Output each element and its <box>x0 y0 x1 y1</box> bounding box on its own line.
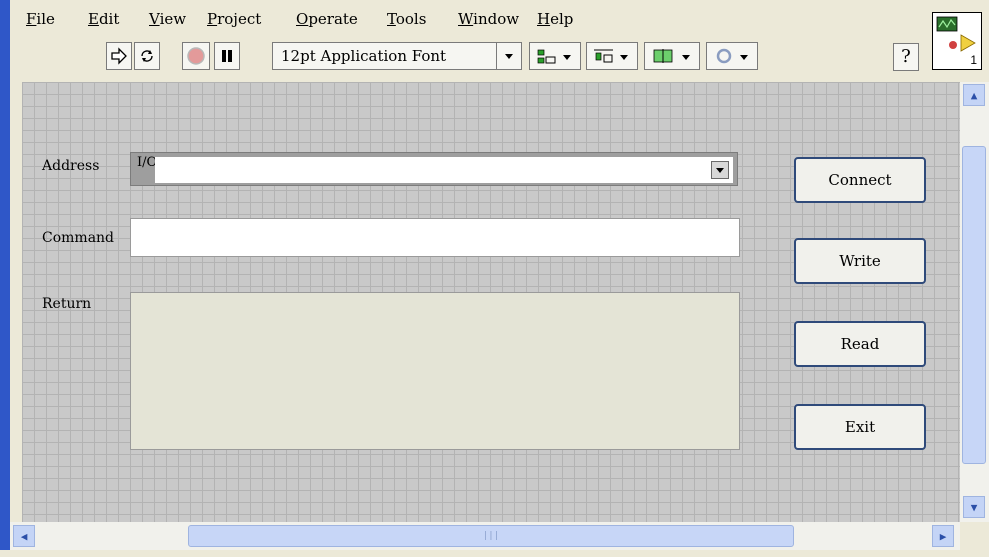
run-continuously-icon <box>141 50 153 62</box>
font-select[interactable]: 12pt Application Font <box>272 42 522 70</box>
reorder-icon <box>716 48 748 64</box>
chevron-down-icon <box>496 43 521 69</box>
toolbar: 12pt Application Font <box>10 34 925 82</box>
menu-help[interactable]: Help <box>537 10 573 28</box>
pause-button[interactable] <box>214 42 240 70</box>
align-objects-icon <box>537 49 571 64</box>
font-select-value: 12pt Application Font <box>281 47 447 65</box>
scroll-left-button[interactable]: ◀ <box>13 525 35 547</box>
reorder-button[interactable] <box>706 42 758 70</box>
address-dropdown-button[interactable] <box>711 161 729 179</box>
exit-button[interactable]: Exit <box>794 404 926 450</box>
abort-stop-icon <box>187 47 205 65</box>
connect-button[interactable]: Connect <box>794 157 926 203</box>
vertical-scrollbar[interactable]: ▲ ▼ <box>960 82 989 522</box>
pause-icon <box>222 50 232 62</box>
menu-tools[interactable]: Tools <box>387 10 426 28</box>
distribute-objects-icon <box>594 49 628 63</box>
scroll-down-button[interactable]: ▼ <box>963 496 985 518</box>
chevron-down-icon: ▼ <box>970 500 978 514</box>
resize-objects-icon <box>653 49 690 63</box>
distribute-objects-button[interactable] <box>586 42 638 70</box>
resize-objects-button[interactable] <box>644 42 700 70</box>
menu-edit[interactable]: Edit <box>88 10 119 28</box>
chevron-down-icon <box>716 167 724 173</box>
scroll-right-button[interactable]: ▶ <box>932 525 954 547</box>
menu-project[interactable]: Project <box>207 10 261 28</box>
run-arrow-icon <box>111 47 127 65</box>
chevron-up-icon: ▲ <box>970 88 978 102</box>
return-indicator <box>130 292 740 450</box>
scroll-up-button[interactable]: ▲ <box>963 84 985 106</box>
chevron-left-icon: ◀ <box>20 529 28 543</box>
menu-operate[interactable]: Operate <box>296 10 358 28</box>
connector-pane-number: 1 <box>970 53 977 67</box>
help-icon: ? <box>901 46 911 67</box>
address-field[interactable] <box>155 157 733 183</box>
menu-file[interactable]: File <box>26 10 55 28</box>
chevron-right-icon: ▶ <box>939 529 947 543</box>
address-control[interactable]: I/O <box>130 152 738 186</box>
read-button[interactable]: Read <box>794 321 926 367</box>
vertical-scroll-thumb[interactable] <box>962 146 986 464</box>
grip-icon: ||| <box>482 531 500 541</box>
window-bottom-edge <box>0 550 989 557</box>
menu-view[interactable]: View <box>149 10 186 28</box>
abort-button[interactable] <box>182 42 210 70</box>
horizontal-scrollbar[interactable]: ◀ ||| ▶ <box>10 522 960 550</box>
vi-connector-icon <box>936 16 976 52</box>
menu-bar: File Edit View Project Operate Tools Win… <box>10 0 925 34</box>
run-button[interactable] <box>106 42 132 70</box>
return-label: Return <box>42 296 92 312</box>
horizontal-scroll-thumb[interactable]: ||| <box>188 525 794 547</box>
run-continuously-button[interactable] <box>134 42 160 70</box>
context-help-button[interactable]: ? <box>893 43 919 71</box>
align-objects-button[interactable] <box>529 42 581 70</box>
command-field[interactable] <box>130 218 740 257</box>
vi-icon[interactable]: 1 <box>932 12 982 70</box>
command-label: Command <box>42 230 115 246</box>
window-frame-left <box>0 0 10 557</box>
address-label: Address <box>42 158 100 174</box>
write-button[interactable]: Write <box>794 238 926 284</box>
menu-window[interactable]: Window <box>458 10 519 28</box>
